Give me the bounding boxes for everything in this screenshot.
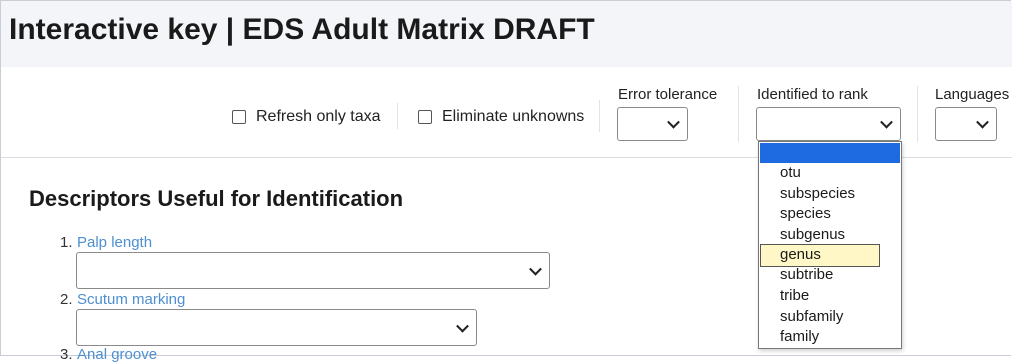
error-tolerance-select[interactable] [617,107,688,141]
descriptor-number: 3. [60,346,73,363]
identified-to-rank-label: Identified to rank [757,86,868,103]
descriptor-number: 2. [60,291,73,308]
descriptor-link-anal-groove[interactable]: Anal groove [77,346,157,363]
checkbox-icon[interactable] [418,110,432,124]
chevron-down-icon [976,115,989,129]
dropdown-option-genus[interactable]: genus [780,246,821,264]
toolbar-divider [599,100,600,132]
dropdown-option[interactable]: family [780,328,819,346]
page-title: Interactive key | EDS Adult Matrix DRAFT [9,13,595,46]
dropdown-option[interactable]: subspecies [780,185,855,203]
toolbar-divider [397,103,398,129]
section-title: Descriptors Useful for Identification [29,186,404,211]
dropdown-option[interactable]: tribe [780,287,809,305]
checkbox-icon[interactable] [232,110,246,124]
dropdown-option[interactable]: subgenus [780,226,845,244]
scutum-marking-select[interactable] [76,309,477,346]
palp-length-select[interactable] [76,252,550,289]
refresh-only-taxa-label: Refresh only taxa [256,108,381,125]
eliminate-unknowns-label: Eliminate unknowns [442,108,585,125]
descriptor-number: 1. [60,234,73,251]
chevron-down-icon [667,115,680,129]
dropdown-option[interactable]: subtribe [780,266,833,284]
chevron-down-icon [456,319,469,333]
title-bar: Interactive key | EDS Adult Matrix DRAFT [1,1,1012,67]
eliminate-unknowns-checkbox[interactable]: Eliminate unknowns [418,105,584,129]
descriptor-link-palp-length[interactable]: Palp length [77,234,152,251]
descriptor-link-scutum-marking[interactable]: Scutum marking [77,291,185,308]
dropdown-option[interactable]: subfamily [780,308,843,326]
chevron-down-icon [529,262,542,276]
identified-to-rank-select[interactable] [756,107,901,141]
languages-label: Languages [935,86,1010,103]
chevron-down-icon [880,115,893,129]
refresh-only-taxa-checkbox[interactable]: Refresh only taxa [232,105,381,129]
dropdown-option[interactable]: species [780,205,831,223]
error-tolerance-label: Error tolerance [618,86,718,103]
dropdown-option-blank[interactable] [760,143,900,163]
rank-dropdown-list[interactable]: otu subspecies species subgenus genus su… [758,141,902,349]
toolbar-divider [738,86,739,142]
languages-select[interactable] [935,107,997,141]
toolbar-divider [917,86,918,142]
dropdown-option[interactable]: otu [780,164,801,182]
